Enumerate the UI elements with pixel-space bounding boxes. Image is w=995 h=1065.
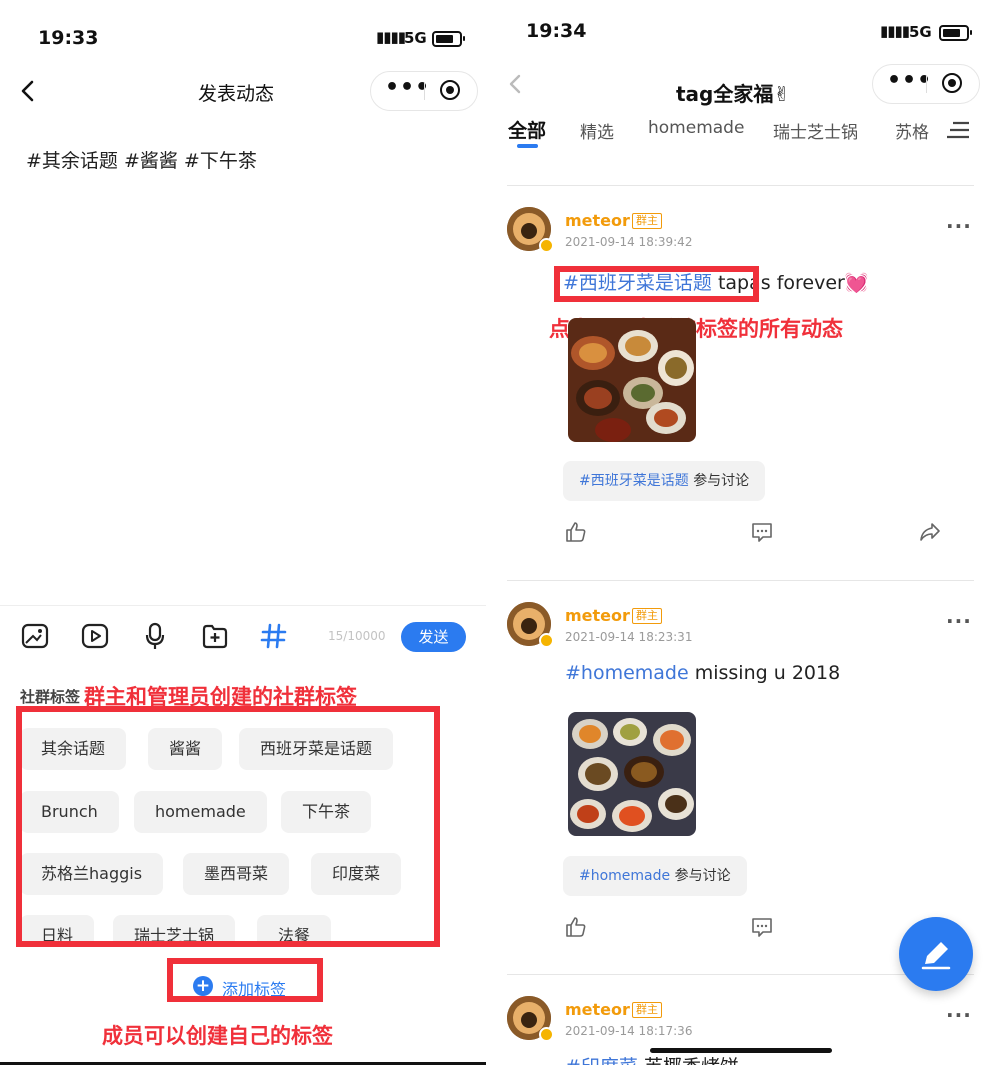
admin-crown-icon bbox=[539, 1027, 554, 1042]
network-label: 5G bbox=[404, 29, 427, 47]
admin-crown-icon bbox=[539, 633, 554, 648]
mini-program-capsule[interactable]: ••• bbox=[370, 71, 478, 111]
author-name[interactable]: meteor bbox=[565, 1000, 630, 1019]
post-more-icon[interactable]: ··· bbox=[946, 609, 972, 633]
annotation-member-tags: 成员可以创建自己的标签 bbox=[102, 1024, 333, 1048]
like-icon[interactable] bbox=[564, 520, 588, 544]
signal-icon: ▮▮▮▮ bbox=[880, 22, 910, 40]
compose-fab-button[interactable] bbox=[899, 917, 973, 991]
share-icon[interactable] bbox=[918, 520, 942, 544]
battery-icon bbox=[432, 31, 465, 47]
annotation-box-add bbox=[167, 958, 323, 1002]
close-target-icon[interactable] bbox=[440, 80, 460, 100]
post-time: 2021-09-14 18:39:42 bbox=[565, 235, 693, 249]
post-content: #印度菜 芙椰香烤饼 bbox=[565, 1052, 739, 1065]
back-icon[interactable] bbox=[18, 78, 40, 104]
page-title: tag全家福✌ bbox=[676, 82, 791, 106]
annotation-box-hashtag bbox=[554, 266, 759, 302]
annotation-box-tags bbox=[16, 706, 440, 947]
admin-crown-icon bbox=[539, 238, 554, 253]
tab-indicator bbox=[517, 144, 538, 148]
post-image[interactable] bbox=[568, 318, 696, 442]
post-content: #homemade missing u 2018 bbox=[565, 662, 841, 684]
topic-chip[interactable]: #homemade 参与讨论 bbox=[563, 856, 747, 896]
post-hashtag-link[interactable]: #印度菜 bbox=[565, 1056, 638, 1065]
compose-text[interactable]: #其余话题 #酱酱 #下午茶 bbox=[26, 146, 257, 173]
tab-swiss-fondue[interactable]: 瑞士芝士锅 bbox=[773, 118, 858, 143]
tab-homemade[interactable]: homemade bbox=[648, 118, 744, 138]
add-file-icon[interactable] bbox=[200, 621, 230, 651]
microphone-icon[interactable] bbox=[140, 621, 170, 651]
comment-icon[interactable] bbox=[750, 915, 774, 939]
image-icon[interactable] bbox=[20, 621, 50, 651]
post-time: 2021-09-14 18:23:31 bbox=[565, 630, 693, 644]
char-counter: 15/10000 bbox=[328, 629, 386, 643]
author-name[interactable]: meteor bbox=[565, 211, 630, 230]
mini-program-capsule[interactable]: ••• bbox=[872, 64, 980, 104]
tab-featured[interactable]: 精选 bbox=[580, 118, 614, 143]
tab-menu-icon[interactable] bbox=[947, 121, 971, 141]
signal-icon: ▮▮▮▮ bbox=[376, 28, 406, 46]
owner-badge: 群主 bbox=[632, 1002, 662, 1018]
battery-icon bbox=[939, 25, 972, 41]
page-title: 发表动态 bbox=[198, 83, 275, 105]
tab-scotland[interactable]: 苏格 bbox=[895, 118, 933, 143]
send-button[interactable]: 发送 bbox=[401, 622, 466, 652]
post-time: 2021-09-14 18:17:36 bbox=[565, 1024, 693, 1038]
home-indicator bbox=[650, 1048, 832, 1053]
comment-icon[interactable] bbox=[750, 520, 774, 544]
like-icon[interactable] bbox=[564, 915, 588, 939]
video-icon[interactable] bbox=[80, 621, 110, 651]
pencil-icon bbox=[921, 942, 951, 970]
left-screen-compose: 19:33 ▮▮▮▮ 5G 发表动态 ••• #其余话题 #酱酱 #下午茶 15… bbox=[0, 0, 486, 1065]
post-hashtag-link[interactable]: #homemade bbox=[565, 662, 689, 684]
post-more-icon[interactable]: ··· bbox=[946, 1003, 972, 1027]
owner-badge: 群主 bbox=[632, 213, 662, 229]
owner-badge: 群主 bbox=[632, 608, 662, 624]
hashtag-icon[interactable] bbox=[259, 621, 289, 651]
back-icon[interactable] bbox=[505, 72, 527, 98]
network-label: 5G bbox=[909, 23, 932, 41]
status-time: 19:34 bbox=[526, 20, 587, 42]
status-time: 19:33 bbox=[38, 27, 99, 49]
tab-all[interactable]: 全部 bbox=[508, 116, 546, 143]
author-name[interactable]: meteor bbox=[565, 606, 630, 625]
close-target-icon[interactable] bbox=[942, 73, 962, 93]
topic-chip[interactable]: #西班牙菜是话题 参与讨论 bbox=[563, 461, 766, 501]
right-screen-feed: 19:34 ▮▮▮▮ 5G tag全家福✌ ••• 全部 精选 homemade… bbox=[495, 0, 995, 1065]
tag-section-label: 社群标签 bbox=[20, 688, 81, 706]
post-image[interactable] bbox=[568, 712, 696, 836]
post-more-icon[interactable]: ··· bbox=[946, 214, 972, 238]
